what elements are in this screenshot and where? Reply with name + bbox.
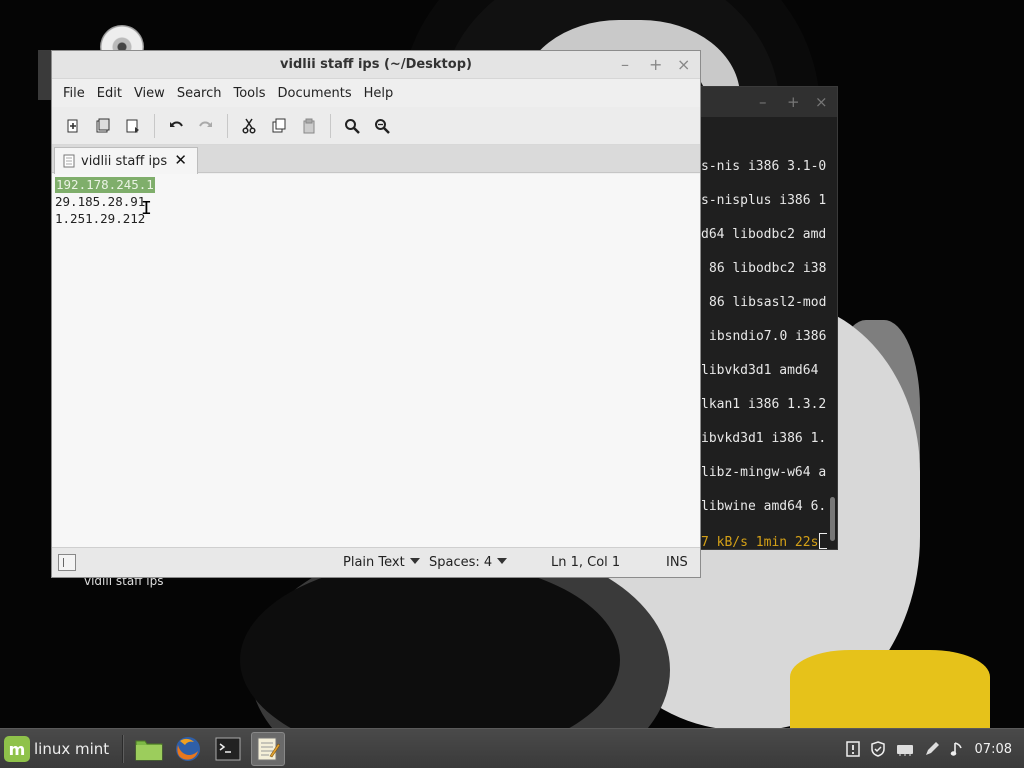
find-icon[interactable] xyxy=(339,113,365,139)
terminal-output[interactable]: s-nis i386 3.1-0 s-nisplus i386 1 d64 li… xyxy=(691,117,827,549)
system-tray: 07:08 xyxy=(841,729,1024,768)
terminal-status-line: 7 kB/s 1min 22s xyxy=(701,533,827,549)
minimize-icon[interactable]: – xyxy=(621,55,629,74)
close-icon[interactable]: × xyxy=(815,93,828,111)
chevron-down-icon xyxy=(497,558,508,564)
terminal-launcher[interactable] xyxy=(211,732,245,766)
text-line[interactable]: 29.185.28.91 xyxy=(55,194,145,210)
terminal-line: s-nis i386 3.1-0 xyxy=(701,159,827,174)
menubar: File Edit View Search Tools Documents He… xyxy=(52,79,700,107)
folder-icon xyxy=(135,740,163,761)
save-icon[interactable] xyxy=(120,113,146,139)
shield-icon[interactable] xyxy=(870,741,886,757)
pen-icon[interactable] xyxy=(924,741,940,757)
terminal-cursor xyxy=(819,533,827,549)
statusbar: Plain Text Spaces: 4 Ln 1, Col 1 INS xyxy=(52,547,700,577)
new-document-icon[interactable] xyxy=(60,113,86,139)
terminal-line: libvkd3d1 amd64 xyxy=(701,363,819,378)
terminal-line: lkan1 i386 1.3.2 xyxy=(701,397,827,412)
text-editor-launcher[interactable] xyxy=(251,732,285,766)
syntax-selector[interactable]: Plain Text xyxy=(343,555,420,570)
toolbar-separator xyxy=(330,113,331,138)
paste-icon[interactable] xyxy=(296,113,322,139)
terminal-window[interactable]: – + × s-nis i386 3.1-0 s-nisplus i386 1 … xyxy=(690,86,838,550)
menu-search[interactable]: Search xyxy=(171,86,228,101)
terminal-line: libz-mingw-w64 a xyxy=(701,465,827,480)
tab-vidlii-staff-ips[interactable]: vidlii staff ips ✕ xyxy=(54,147,198,174)
firefox-launcher[interactable] xyxy=(171,732,205,766)
terminal-line: d64 libodbc2 amd xyxy=(701,227,827,242)
minimize-icon[interactable]: – xyxy=(759,93,767,111)
taskbar-separator xyxy=(122,735,124,763)
window-title: vidlii staff ips (~/Desktop) xyxy=(280,57,472,72)
terminal-line: 86 libsasl2-modu xyxy=(709,295,827,310)
files-launcher[interactable] xyxy=(132,732,166,766)
find-replace-icon[interactable] xyxy=(369,113,395,139)
close-icon[interactable]: × xyxy=(677,55,690,74)
clock[interactable]: 07:08 xyxy=(975,742,1012,757)
taskbar: m linux mint 07:08 xyxy=(0,728,1024,768)
terminal-titlebar[interactable]: – + × xyxy=(691,87,837,117)
terminal-line: ibvkd3d1 i386 1. xyxy=(701,431,827,446)
chevron-down-icon xyxy=(409,558,420,564)
toolbar xyxy=(52,107,700,145)
menu-documents[interactable]: Documents xyxy=(272,86,358,101)
terminal-line: libwine amd64 6. xyxy=(701,499,827,514)
copy-icon[interactable] xyxy=(266,113,292,139)
menu-file[interactable]: File xyxy=(57,86,91,101)
menu-view[interactable]: View xyxy=(128,86,171,101)
network-icon[interactable] xyxy=(896,742,914,756)
cut-icon[interactable] xyxy=(236,113,262,139)
terminal-scrollbar[interactable] xyxy=(830,497,835,541)
download-status: 7 kB/s 1min 22s xyxy=(701,535,819,549)
menu-help[interactable]: Help xyxy=(358,86,400,101)
wallpaper-penguin-foot xyxy=(790,650,990,728)
menu-edit[interactable]: Edit xyxy=(91,86,128,101)
spaces-label: Spaces: 4 xyxy=(429,555,493,570)
cursor-position: Ln 1, Col 1 xyxy=(551,555,621,570)
syntax-label: Plain Text xyxy=(343,555,405,570)
terminal-line: 86 libodbc2 i386 xyxy=(709,261,827,276)
gedit-window[interactable]: vidlii staff ips (~/Desktop) – + × File … xyxy=(51,50,701,578)
text-editor-icon xyxy=(257,737,280,761)
side-panel-icon[interactable] xyxy=(58,554,76,571)
firefox-icon xyxy=(176,737,200,761)
redo-icon[interactable] xyxy=(193,113,219,139)
insert-mode: INS xyxy=(666,555,688,570)
maximize-icon[interactable]: + xyxy=(787,93,800,111)
maximize-icon[interactable]: + xyxy=(649,55,662,74)
document-tabbar: vidlii staff ips ✕ xyxy=(52,145,700,174)
spaces-selector[interactable]: Spaces: 4 xyxy=(429,555,508,570)
music-note-icon[interactable] xyxy=(950,741,964,757)
toolbar-separator xyxy=(227,113,228,138)
terminal-line: ibsndio7.0 i386 xyxy=(709,329,827,344)
text-line-selected[interactable]: 192.178.245.1 xyxy=(55,177,155,193)
document-icon xyxy=(63,154,75,168)
menu-label: linux mint xyxy=(34,740,110,758)
menu-button[interactable]: m linux mint xyxy=(4,735,109,763)
window-shadow xyxy=(38,50,52,100)
menu-tools[interactable]: Tools xyxy=(227,86,271,101)
open-icon[interactable] xyxy=(90,113,116,139)
close-tab-icon[interactable]: ✕ xyxy=(174,151,187,169)
tab-label: vidlii staff ips xyxy=(81,153,168,169)
text-line[interactable]: 1.251.29.212 xyxy=(55,211,145,227)
gedit-titlebar[interactable]: vidlii staff ips (~/Desktop) – + × xyxy=(52,51,700,79)
linux-mint-logo-icon: m xyxy=(4,736,30,762)
terminal-line: s-nisplus i386 1 xyxy=(701,193,827,208)
text-cursor-icon: I xyxy=(141,198,152,219)
toolbar-separator xyxy=(154,113,155,138)
terminal-icon xyxy=(215,737,241,761)
text-editor[interactable]: 192.178.245.1 29.185.28.91 1.251.29.212 … xyxy=(52,174,700,547)
undo-icon[interactable] xyxy=(163,113,189,139)
update-manager-icon[interactable] xyxy=(845,741,860,757)
